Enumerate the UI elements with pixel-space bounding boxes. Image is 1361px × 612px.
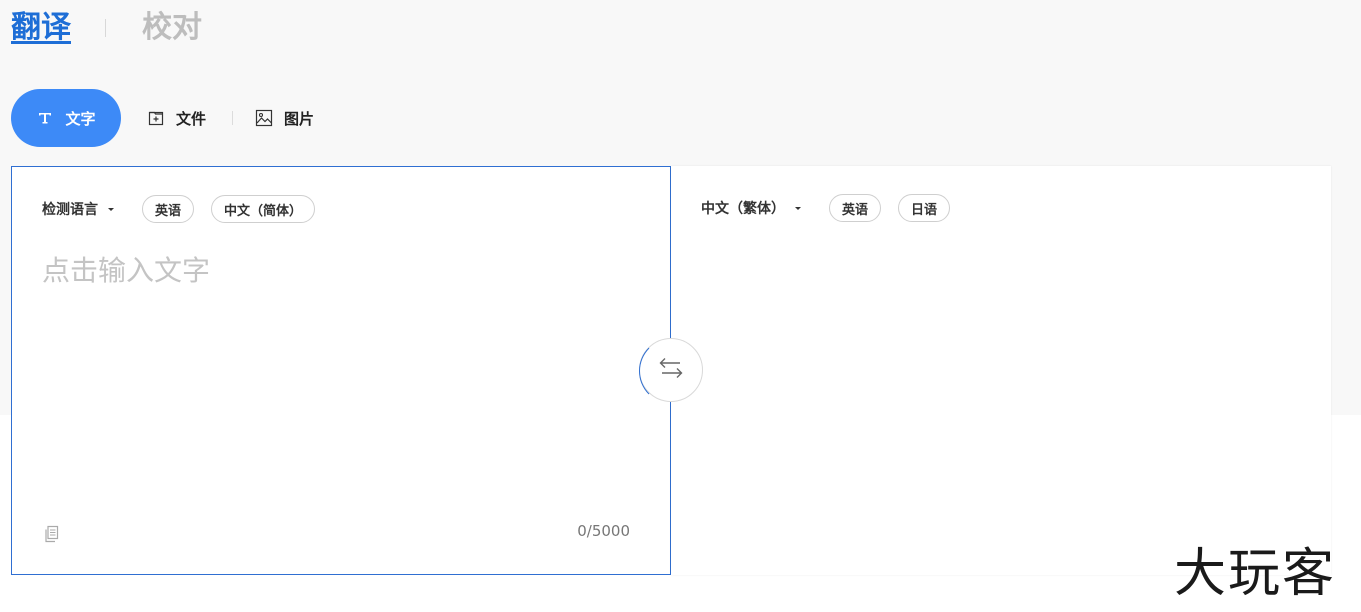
tab-translate[interactable]: 翻译 xyxy=(11,10,71,46)
source-language-select[interactable]: 检测语言 xyxy=(42,199,114,219)
target-chip-japanese[interactable]: 日语 xyxy=(898,194,951,222)
image-input-label: 图片 xyxy=(284,109,315,128)
text-input-label: 文字 xyxy=(65,109,96,128)
target-language-label: 中文（繁体） xyxy=(701,201,785,217)
file-input-label: 文件 xyxy=(176,109,207,128)
source-language-label: 检测语言 xyxy=(42,202,98,218)
source-chip-chinese-simplified[interactable]: 中文（简体） xyxy=(211,195,316,223)
file-input-button[interactable]: 文件 xyxy=(147,108,206,129)
target-language-row: 中文（繁体） 英语 日语 xyxy=(701,194,967,222)
source-panel: 检测语言 英语 中文（简体） 0/5000 xyxy=(11,166,671,575)
source-language-row: 检测语言 英语 中文（简体） xyxy=(42,195,332,223)
target-chip-english[interactable]: 英语 xyxy=(829,194,882,222)
source-chip-english[interactable]: 英语 xyxy=(142,195,195,223)
type-divider xyxy=(232,111,234,125)
caret-down-icon xyxy=(108,207,114,211)
image-input-button[interactable]: 图片 xyxy=(255,108,314,129)
watermark-logo: 大玩客 xyxy=(1174,544,1337,604)
image-icon xyxy=(255,109,273,127)
target-language-select[interactable]: 中文（繁体） xyxy=(701,198,801,218)
source-text-input[interactable] xyxy=(42,249,642,469)
swap-languages-button[interactable] xyxy=(639,338,703,404)
target-panel: 中文（繁体） 英语 日语 xyxy=(671,166,1331,575)
file-add-icon xyxy=(147,109,165,127)
swap-arrows-icon xyxy=(658,355,684,385)
character-count: 0/5000 xyxy=(577,522,630,540)
tab-proofread[interactable]: 校对 xyxy=(142,10,202,46)
copy-icon[interactable] xyxy=(44,525,60,543)
text-input-button[interactable]: 文字 xyxy=(11,89,121,147)
text-icon xyxy=(36,109,54,127)
tab-divider xyxy=(105,19,106,37)
mode-tabs: 翻译 校对 xyxy=(11,8,202,48)
input-type-bar: 文字 文件 图片 xyxy=(11,89,314,147)
caret-down-icon xyxy=(795,206,801,210)
